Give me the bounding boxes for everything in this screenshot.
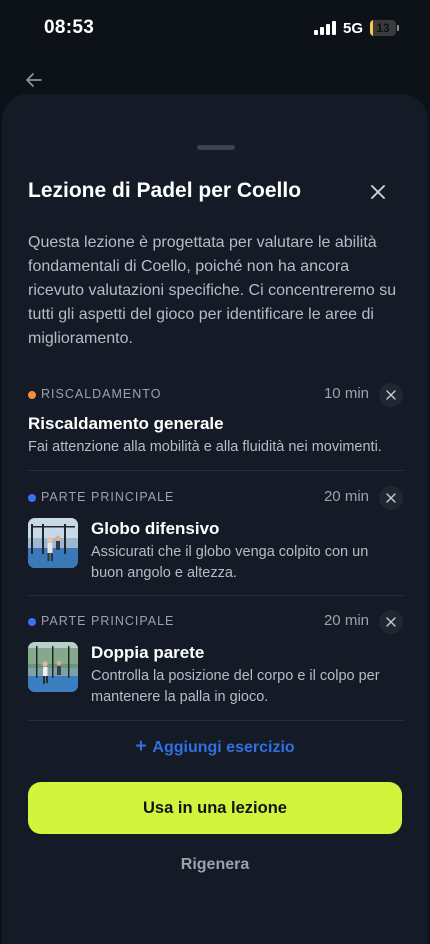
lesson-description: Questa lezione è progettata per valutare…	[28, 234, 397, 347]
signal-icon	[314, 21, 336, 35]
remove-exercise-button[interactable]	[379, 486, 403, 510]
divider	[28, 470, 404, 471]
exercise-category: PARTE PRINCIPALE	[41, 614, 175, 628]
exercise-item[interactable]: PARTE PRINCIPALE 20 min	[28, 610, 403, 706]
divider	[28, 595, 404, 596]
category-dot	[28, 618, 36, 626]
category-dot	[28, 391, 36, 399]
exercise-header: PARTE PRINCIPALE 20 min	[28, 610, 403, 635]
exercise-name: Doppia parete	[91, 643, 205, 662]
network-label: 5G	[343, 20, 364, 37]
exercise-category: PARTE PRINCIPALE	[41, 490, 175, 504]
exercise-item[interactable]: PARTE PRINCIPALE 20 min	[28, 486, 403, 582]
remove-exercise-button[interactable]	[379, 383, 403, 407]
add-exercise-button[interactable]: + Aggiungi esercizio	[2, 736, 428, 758]
lesson-sheet: Lezione di Padel per Coello Questa lezio…	[2, 94, 428, 944]
arrow-left-icon	[26, 73, 42, 87]
battery-tip	[397, 25, 399, 31]
back-button[interactable]	[22, 68, 46, 92]
exercise-description: Assicurati che il globo venga colpito co…	[91, 544, 369, 581]
exercise-duration: 20 min	[323, 488, 369, 505]
close-icon	[386, 493, 396, 503]
exercise-item[interactable]: RISCALDAMENTO 10 min Riscaldamento gener…	[28, 383, 403, 455]
use-in-lesson-button[interactable]: Usa in una lezione	[28, 782, 402, 834]
exercise-header: RISCALDAMENTO 10 min	[28, 383, 403, 408]
remove-exercise-button[interactable]	[379, 610, 403, 634]
regenerate-button[interactable]: Rigenera	[2, 856, 428, 874]
close-icon	[386, 390, 396, 400]
plus-icon: +	[135, 736, 147, 757]
exercise-category: RISCALDAMENTO	[41, 387, 162, 401]
exercise-name: Riscaldamento generale	[28, 414, 224, 433]
padel-court-image	[28, 642, 78, 692]
close-icon	[386, 617, 396, 627]
sheet-title: Lezione di Padel per Coello	[28, 179, 302, 202]
exercise-description: Fai attenzione alla mobilità e alla flui…	[28, 439, 382, 455]
sheet-drag-handle[interactable]	[197, 145, 235, 150]
exercise-duration: 20 min	[323, 612, 369, 629]
exercise-thumbnail	[28, 518, 78, 568]
exercise-duration: 10 min	[323, 385, 369, 402]
battery-icon: 13	[370, 20, 396, 36]
padel-court-image	[28, 518, 78, 568]
status-bar: 08:53 5G 13	[0, 0, 430, 56]
exercise-name: Globo difensivo	[91, 519, 220, 538]
category-dot	[28, 494, 36, 502]
divider	[28, 720, 404, 721]
exercise-description: Controlla la posizione del corpo e il co…	[91, 668, 380, 705]
add-exercise-label: Aggiungi esercizio	[152, 739, 295, 756]
status-time: 08:53	[44, 17, 95, 38]
exercise-thumbnail	[28, 642, 78, 692]
close-button[interactable]	[366, 180, 390, 204]
close-icon	[371, 185, 385, 199]
battery-level: 13	[376, 21, 390, 35]
exercise-header: PARTE PRINCIPALE 20 min	[28, 486, 403, 511]
